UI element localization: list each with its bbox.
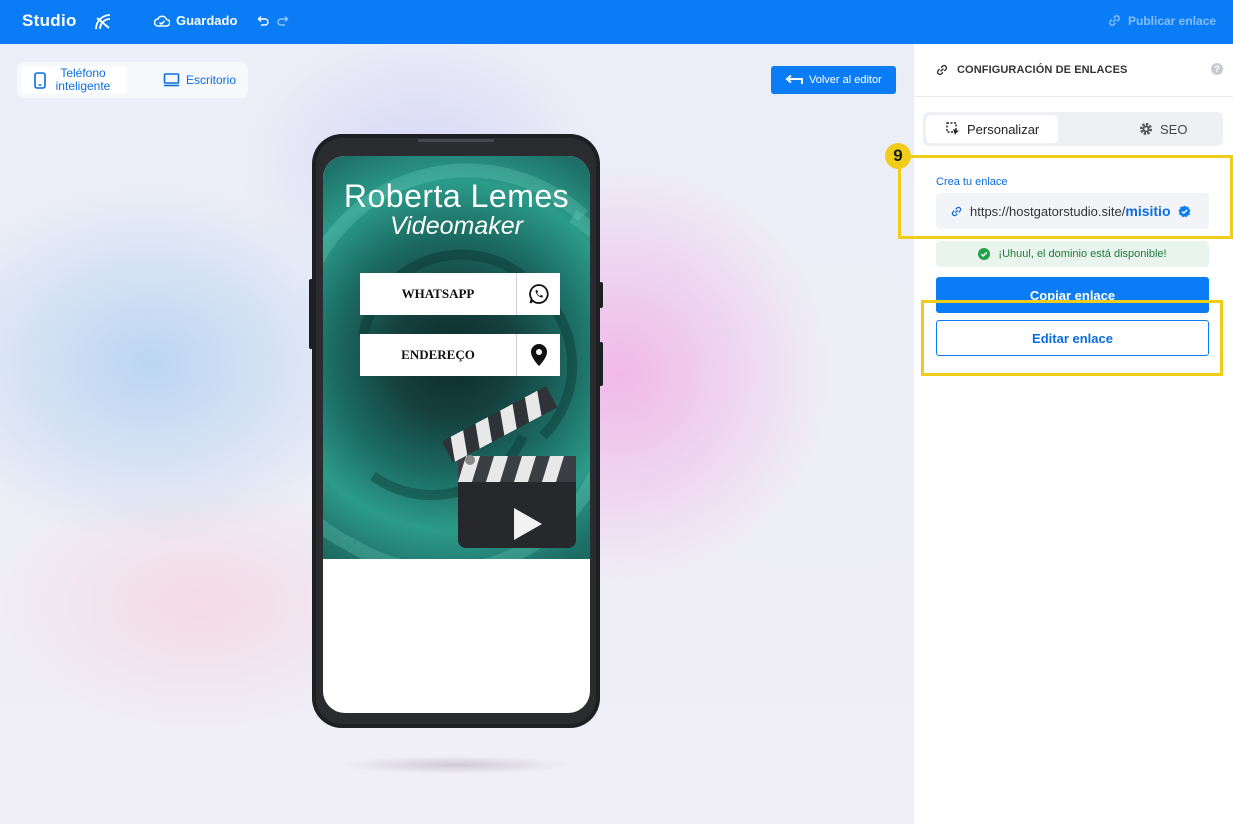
phone-shadow: [340, 756, 570, 774]
panel-title: CONFIGURACIÓN DE ENLACES: [935, 63, 1127, 77]
smartphone-icon: [34, 71, 46, 89]
publish-label: Publicar enlace: [1128, 13, 1217, 28]
save-status-label: Guardado: [176, 13, 238, 28]
whatsapp-label: WHATSAPP: [360, 273, 517, 315]
studio-logo-icon: [95, 14, 111, 30]
device-smartphone-label: Teléfono inteligente: [55, 66, 111, 93]
create-link-label: Crea tu enlace: [936, 176, 1008, 188]
phone-side-button-bottom: [599, 342, 603, 386]
panel-tabs: Personalizar SEO: [923, 112, 1223, 146]
tab-personalize-label: Personalizar: [967, 121, 1040, 137]
brand-logo: Studio: [22, 11, 77, 30]
availability-text: ¡Uhuul, el dominio está disponible!: [998, 248, 1167, 260]
publish-button[interactable]: Publicar enlace: [1107, 13, 1216, 28]
link-url-field[interactable]: https://hostgatorstudio.site/misitio: [936, 193, 1209, 229]
url-base: https://hostgatorstudio.site/: [970, 204, 1126, 219]
link-icon: [1109, 15, 1120, 26]
verified-badge-icon: [1177, 204, 1191, 217]
link-settings-panel: CONFIGURACIÓN DE ENLACES ? Personalizar …: [914, 44, 1233, 824]
back-to-editor-button[interactable]: Volver al editor: [771, 66, 896, 94]
back-to-editor-label: Volver al editor: [809, 74, 882, 86]
phone-screen[interactable]: Roberta Lemes Videomaker WHATSAPP ENDERE…: [323, 156, 590, 713]
return-arrow-icon: [785, 74, 803, 84]
tab-seo-label: SEO: [1160, 121, 1188, 137]
phone-mockup: Roberta Lemes Videomaker WHATSAPP ENDERE…: [312, 134, 600, 728]
device-desktop-button[interactable]: Escritorio: [161, 66, 236, 94]
help-icon[interactable]: ?: [1211, 63, 1223, 75]
address-label: ENDEREÇO: [360, 334, 517, 376]
top-bar: Studio Guardado Publicar enlace: [0, 0, 1233, 44]
tab-seo[interactable]: SEO: [1139, 115, 1187, 143]
phone-side-button-top: [599, 282, 603, 308]
copy-link-button[interactable]: Copiar enlace: [936, 277, 1209, 313]
edit-link-button[interactable]: Editar enlace: [936, 320, 1209, 356]
select-cursor-icon: [946, 122, 959, 135]
url-slug: misitio: [1125, 203, 1171, 219]
save-status: Guardado: [154, 13, 237, 28]
profile-role: Videomaker: [390, 212, 523, 240]
map-pin-icon: [530, 344, 547, 366]
link-icon: [936, 64, 948, 76]
device-smartphone-button[interactable]: Teléfono inteligente: [21, 66, 127, 94]
undo-icon[interactable]: [256, 14, 270, 28]
whatsapp-link-button[interactable]: WHATSAPP: [360, 273, 560, 315]
tab-personalize[interactable]: Personalizar: [926, 115, 1058, 143]
whatsapp-icon: [528, 284, 549, 304]
profile-name: Roberta Lemes: [343, 178, 570, 214]
redo-icon[interactable]: [276, 14, 290, 28]
panel-header: CONFIGURACIÓN DE ENLACES ?: [914, 44, 1233, 97]
preview-canvas: Teléfono inteligente Escritorio Volver a…: [0, 44, 914, 824]
desktop-icon: [163, 73, 180, 87]
cloud-check-icon: [154, 14, 170, 27]
device-desktop-label: Escritorio: [186, 73, 237, 87]
step-badge: 9: [885, 143, 911, 169]
address-link-button[interactable]: ENDEREÇO: [360, 334, 560, 376]
profile-hero: Roberta Lemes Videomaker WHATSAPP ENDERE…: [323, 156, 590, 559]
gear-icon: [1140, 123, 1152, 135]
phone-speaker: [418, 139, 494, 142]
panel-title-label: CONFIGURACIÓN DE ENLACES: [957, 64, 1128, 76]
phone-side-button-left: [309, 279, 313, 349]
link-icon: [951, 206, 962, 216]
check-circle-icon: [978, 248, 991, 260]
availability-message: ¡Uhuul, el dominio está disponible!: [936, 241, 1209, 267]
device-switcher: Teléfono inteligente Escritorio: [17, 62, 248, 98]
